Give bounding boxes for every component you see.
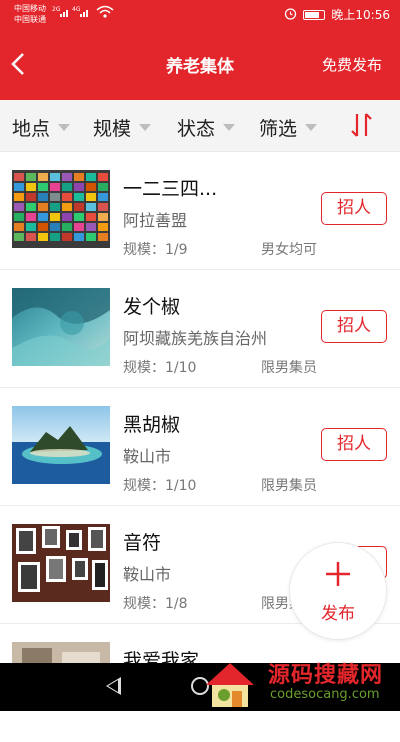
filter-location-label: 地点 xyxy=(12,118,51,140)
status-bar: 中国移动 中国联通 2G 4G 晚上10:56 xyxy=(0,0,400,30)
item-title: 一二三四... xyxy=(123,178,218,200)
item-scale: 规模：1/8 xyxy=(123,596,188,612)
item-scale: 规模：1/10 xyxy=(123,360,197,376)
signal-icon: 2G 4G xyxy=(52,5,92,22)
triangle-down-icon xyxy=(58,124,71,131)
item-gender: 男女均可 xyxy=(261,242,317,258)
filter-more[interactable]: 筛选 xyxy=(259,114,318,141)
filter-scale[interactable]: 规模 xyxy=(93,114,152,141)
list-item[interactable]: 黑胡椒 鞍山市 规模：1/10 限男集员 招人 xyxy=(0,388,400,506)
carrier-1: 中国移动 xyxy=(14,4,46,13)
filter-bar: 地点 规模 状态 筛选 xyxy=(0,100,400,152)
item-region: 阿拉善盟 xyxy=(123,211,188,230)
thumbnail xyxy=(12,406,110,484)
carrier-info: 中国移动 中国联通 xyxy=(14,3,46,25)
triangle-down-icon xyxy=(223,124,236,131)
item-scale: 规模：1/9 xyxy=(123,242,188,258)
alarm-icon xyxy=(284,7,297,23)
triangle-down-icon xyxy=(139,124,152,131)
wifi-icon xyxy=(96,5,114,22)
filter-status[interactable]: 状态 xyxy=(177,114,236,141)
filter-more-label: 筛选 xyxy=(259,118,298,140)
filter-scale-label: 规模 xyxy=(93,118,132,140)
recruit-button[interactable]: 招人 xyxy=(321,428,387,461)
signal-1-label: 2G xyxy=(52,6,61,13)
list-item[interactable]: 一二三四... 阿拉善盟 规模：1/9 男女均可 招人 xyxy=(0,152,400,270)
recruit-button[interactable]: 招人 xyxy=(321,192,387,225)
item-gender: 限男集员 xyxy=(261,360,317,376)
signal-2-label: 4G xyxy=(72,6,81,13)
status-right: 晚上10:56 xyxy=(284,6,390,23)
thumbnail xyxy=(12,524,110,602)
filter-location[interactable]: 地点 xyxy=(12,114,71,141)
item-title: 音符 xyxy=(123,532,162,554)
item-region: 鞍山市 xyxy=(123,447,172,466)
header: 养老集体 免费发布 xyxy=(0,30,400,100)
free-publish-button[interactable]: 免费发布 xyxy=(322,54,382,75)
item-region: 阿坝藏族羌族自治州 xyxy=(123,329,268,348)
filter-status-label: 状态 xyxy=(177,118,216,140)
item-title: 黑胡椒 xyxy=(123,414,181,436)
thumbnail xyxy=(12,170,110,248)
publish-fab[interactable]: 发布 xyxy=(289,542,387,640)
recruit-button[interactable]: 招人 xyxy=(321,310,387,343)
item-title: 发个椒 xyxy=(123,296,181,318)
thumbnail xyxy=(12,288,110,366)
watermark-sub: codesocang.com xyxy=(270,687,380,702)
list-item[interactable]: 发个椒 阿坝藏族羌族自治州 规模：1/10 限男集员 招人 xyxy=(0,270,400,388)
system-back-icon[interactable] xyxy=(106,677,121,695)
sort-icon[interactable] xyxy=(350,112,374,144)
watermark-text: 源码搜藏网 xyxy=(268,663,384,688)
carrier-2: 中国联通 xyxy=(14,15,46,24)
battery-icon xyxy=(303,9,326,20)
watermark-logo xyxy=(206,663,254,707)
plus-icon xyxy=(290,559,386,595)
item-scale: 规模：1/10 xyxy=(123,478,197,494)
watermark: 源码搜藏网 codesocang.com xyxy=(200,655,400,711)
item-gender: 限男集员 xyxy=(261,478,317,494)
publish-fab-label: 发布 xyxy=(321,604,355,624)
triangle-down-icon xyxy=(305,124,318,131)
item-region: 鞍山市 xyxy=(123,565,172,584)
status-time: 晚上10:56 xyxy=(331,8,390,22)
